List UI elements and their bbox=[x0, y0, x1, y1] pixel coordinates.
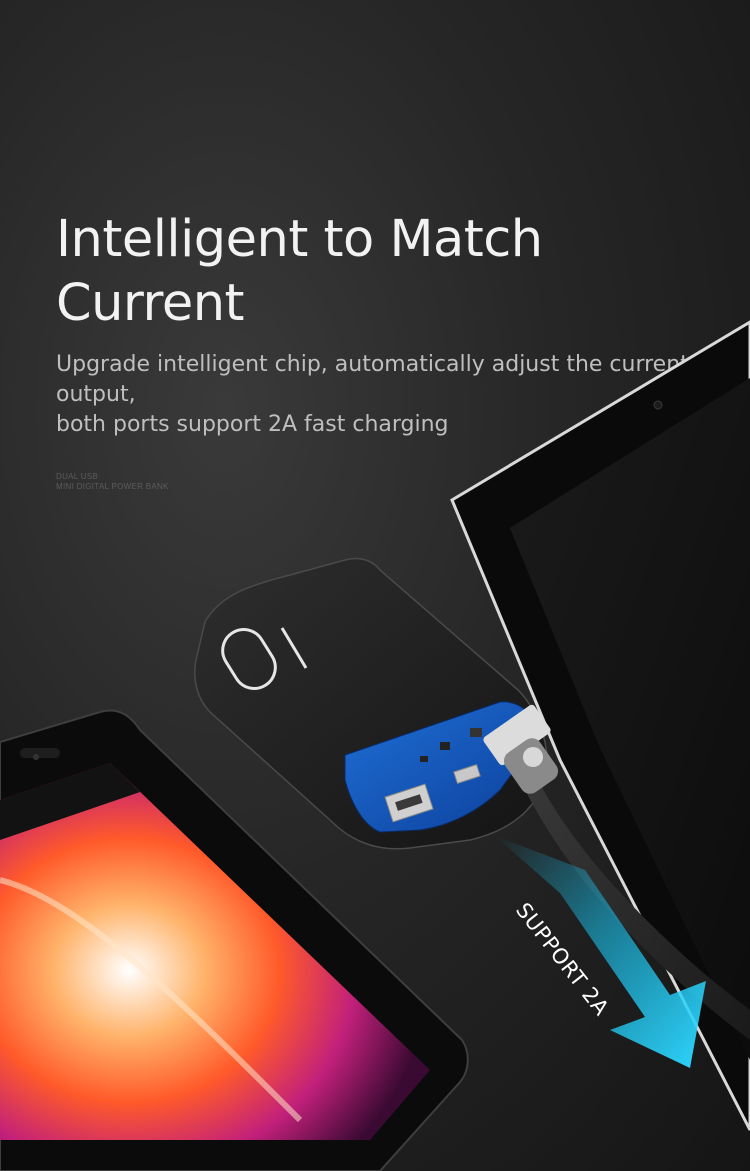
capacity-text: 10 bbox=[0, 0, 2, 1]
phone-camera-icon bbox=[33, 754, 39, 760]
phone-speaker-icon bbox=[20, 748, 60, 758]
tablet-camera-icon bbox=[653, 400, 663, 410]
brand-logo-icon bbox=[523, 747, 543, 767]
product-scene: 10 SUPPORT 2A bbox=[0, 0, 750, 1171]
